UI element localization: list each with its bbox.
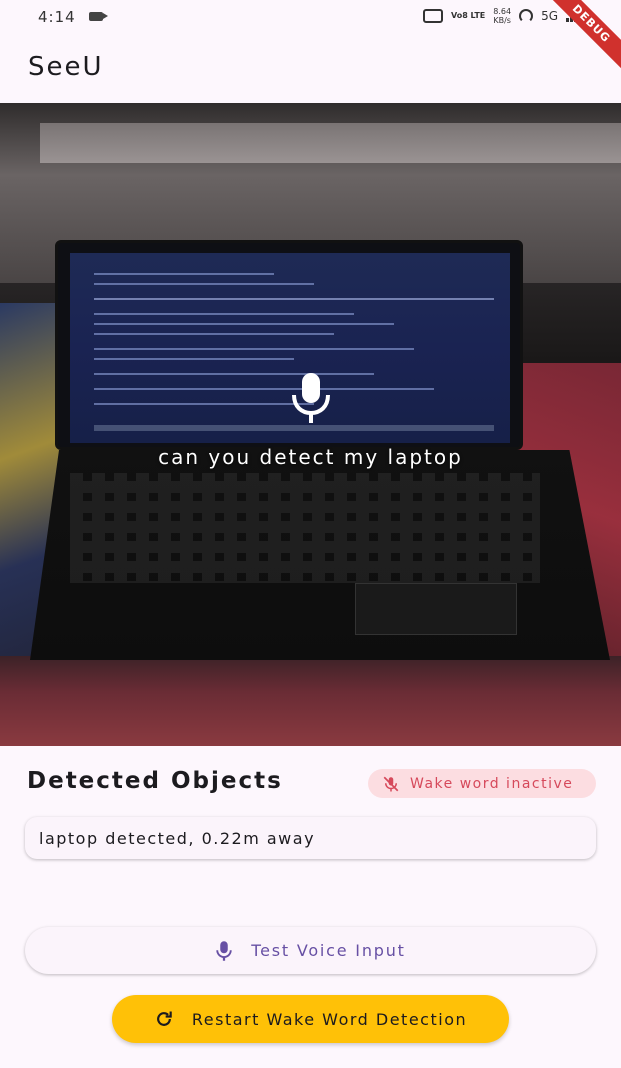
code-line-decor <box>94 403 314 405</box>
code-line-decor <box>94 333 334 335</box>
app-title: SeeU <box>28 52 104 82</box>
wake-word-status-badge: Wake word inactive <box>368 769 596 798</box>
restart-wake-word-button[interactable]: Restart Wake Word Detection <box>112 995 509 1043</box>
status-time: 4:14 <box>38 8 76 26</box>
code-line-decor <box>94 323 394 325</box>
mic-icon <box>292 373 330 423</box>
code-line-decor <box>94 283 314 285</box>
network-speed-value: 8.64 <box>493 7 512 16</box>
preview-background-floor <box>0 656 621 746</box>
code-line-decor <box>94 298 494 300</box>
hotspot-icon <box>519 9 534 23</box>
laptop-sticker-image <box>355 583 517 635</box>
test-voice-input-button[interactable]: Test Voice Input <box>25 927 596 974</box>
detection-card: laptop detected, 0.22m away <box>25 817 596 859</box>
status-bar: 4:14 Vo8 LTE 8.64 KB/s 5G DEBUG <box>0 0 621 74</box>
camera-preview: can you detect my laptop <box>0 103 621 746</box>
code-line-decor <box>94 358 294 360</box>
detection-text: laptop detected, 0.22m away <box>39 828 316 848</box>
code-line-decor <box>94 348 414 350</box>
test-voice-input-label: Test Voice Input <box>251 941 406 960</box>
code-line-decor <box>94 313 354 315</box>
volte-indicator: Vo8 LTE <box>450 11 486 20</box>
laptop-keys-image <box>70 473 540 583</box>
section-title: Detected Objects <box>27 768 283 794</box>
code-line-decor <box>94 273 274 275</box>
mic-icon <box>216 940 232 961</box>
status-icons: Vo8 LTE 8.64 KB/s 5G <box>422 7 581 25</box>
restart-wake-word-label: Restart Wake Word Detection <box>191 1009 468 1029</box>
code-line-decor <box>94 388 434 390</box>
cast-icon <box>422 9 443 23</box>
voice-transcript: can you detect my laptop <box>158 445 463 469</box>
mic-off-icon <box>383 776 399 791</box>
wake-word-status-label: Wake word inactive <box>410 775 574 792</box>
network-speed: 8.64 KB/s <box>493 7 511 25</box>
network-speed-unit: KB/s <box>493 16 511 25</box>
video-recording-icon <box>89 12 108 21</box>
preview-background-shelf <box>40 123 621 163</box>
refresh-icon <box>156 1011 172 1026</box>
network-type: 5G <box>541 9 558 23</box>
